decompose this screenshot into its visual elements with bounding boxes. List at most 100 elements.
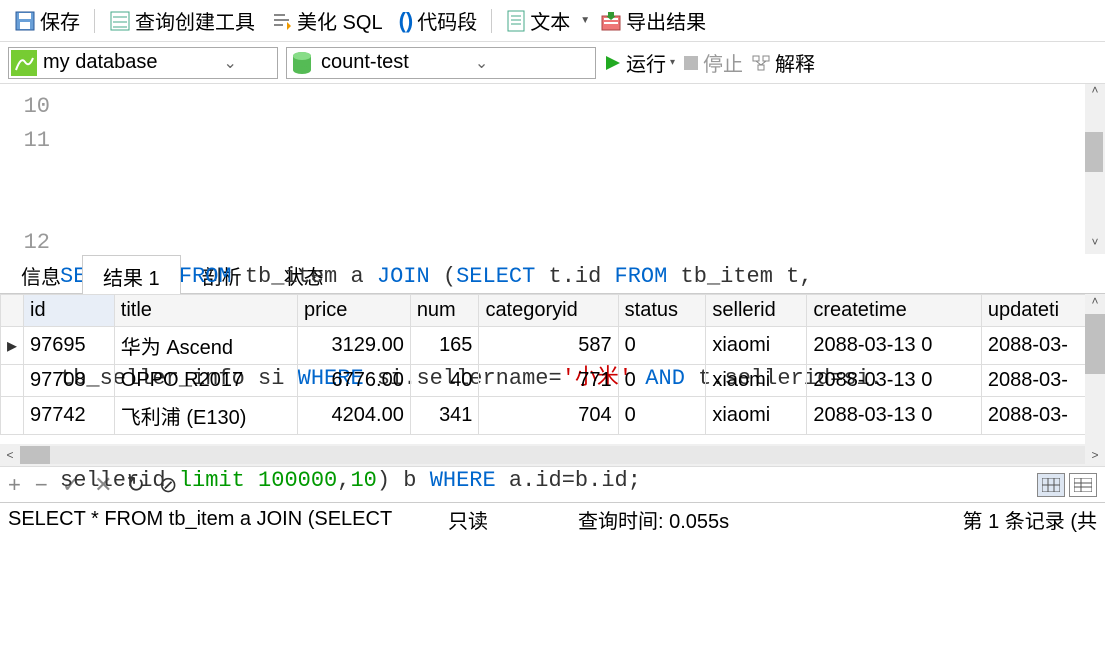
chevron-down-icon: ⌄ xyxy=(218,53,243,73)
result-grid[interactable]: id title price num categoryid status sel… xyxy=(0,294,1105,444)
delete-record-button: − xyxy=(35,472,48,498)
col-createtime[interactable]: createtime xyxy=(807,295,982,327)
text-button[interactable]: 文本 xyxy=(500,4,576,37)
query-builder-label: 查询创建工具 xyxy=(135,6,255,35)
database-dropdown[interactable]: my database ⌄ xyxy=(8,47,278,79)
cell-sellerid[interactable]: xiaomi xyxy=(706,397,807,435)
cell-createtime[interactable]: 2088-03-13 0 xyxy=(807,397,982,435)
run-label: 运行 xyxy=(626,48,666,77)
line-number: 12 xyxy=(0,226,50,260)
separator xyxy=(94,9,95,33)
beautify-icon xyxy=(271,10,293,32)
cell-createtime[interactable]: 2088-03-13 0 xyxy=(807,365,982,397)
grid-scrollbar-h[interactable]: ˂ ˃ xyxy=(0,444,1105,466)
export-label: 导出结果 xyxy=(626,6,706,35)
separator xyxy=(491,9,492,33)
export-icon xyxy=(600,10,622,32)
schema-dropdown[interactable]: count-test ⌄ xyxy=(286,47,596,79)
connection-icon xyxy=(9,48,39,78)
scroll-thumb[interactable] xyxy=(1085,314,1105,374)
run-button[interactable]: 运行 ▾ xyxy=(604,48,675,77)
col-status[interactable]: status xyxy=(618,295,706,327)
line-number: 10 xyxy=(0,90,50,124)
line-number: 11 xyxy=(0,124,50,158)
cell-id[interactable]: 97708 xyxy=(24,365,115,397)
database-icon xyxy=(287,48,317,78)
scroll-up-icon[interactable]: ˄ xyxy=(1085,294,1105,312)
table-row[interactable]: ▸ 97695 华为 Ascend 3129.00 165 587 0 xiao… xyxy=(1,327,1105,365)
scroll-track[interactable] xyxy=(20,446,1085,464)
cell-title[interactable]: 飞利浦 (E130) xyxy=(114,397,297,435)
cell-sellerid[interactable]: xiaomi xyxy=(706,365,807,397)
snippet-label: 代码段 xyxy=(417,6,477,35)
code-area[interactable]: SELECT * FROM tb_item a JOIN (SELECT t.i… xyxy=(60,84,1105,254)
dropdown-arrow-icon[interactable]: ▾ xyxy=(670,57,675,68)
cell-categoryid[interactable]: 704 xyxy=(479,397,618,435)
database-name: my database xyxy=(39,51,218,74)
cell-categoryid[interactable]: 587 xyxy=(479,327,618,365)
cell-num[interactable]: 40 xyxy=(410,365,479,397)
explain-button[interactable]: 解释 xyxy=(751,48,815,77)
scroll-up-icon[interactable]: ˄ xyxy=(1085,84,1105,102)
scroll-left-icon[interactable]: ˂ xyxy=(0,448,20,462)
tab-result[interactable]: 结果 1 xyxy=(82,255,181,294)
editor-scrollbar[interactable]: ˄ ˅ xyxy=(1085,84,1105,254)
cell-price[interactable]: 4204.00 xyxy=(298,397,411,435)
cell-sellerid[interactable]: xiaomi xyxy=(706,327,807,365)
save-icon xyxy=(14,10,36,32)
text-icon xyxy=(506,10,526,32)
cell-num[interactable]: 341 xyxy=(410,397,479,435)
cell-id[interactable]: 97695 xyxy=(24,327,115,365)
table-row[interactable]: 97742 飞利浦 (E130) 4204.00 341 704 0 xiaom… xyxy=(1,397,1105,435)
col-id[interactable]: id xyxy=(24,295,115,327)
main-toolbar: 保存 查询创建工具 美化 SQL () 代码段 文本 ▼ 导出结果 xyxy=(0,0,1105,42)
stop-button: 停止 xyxy=(683,48,743,77)
export-button[interactable]: 导出结果 xyxy=(594,4,712,37)
grid-scrollbar-v[interactable]: ˄ xyxy=(1085,294,1105,444)
line-gutter: 10 11 12 xyxy=(0,84,60,254)
cell-id[interactable]: 97742 xyxy=(24,397,115,435)
cell-status[interactable]: 0 xyxy=(618,327,706,365)
add-record-button: + xyxy=(8,472,21,498)
snippet-button[interactable]: () 代码段 xyxy=(393,4,484,37)
table-row[interactable]: 97708 OPPO R2017 6776.00 40 771 0 xiaomi… xyxy=(1,365,1105,397)
schema-name: count-test xyxy=(317,51,469,74)
row-indicator: ▸ xyxy=(1,327,24,365)
sql-editor[interactable]: 10 11 12 SELECT * FROM tb_item a JOIN (S… xyxy=(0,84,1105,254)
col-num[interactable]: num xyxy=(410,295,479,327)
row-indicator xyxy=(1,397,24,435)
connection-row: my database ⌄ count-test ⌄ 运行 ▾ 停止 解释 xyxy=(0,42,1105,84)
row-indicator-header xyxy=(1,295,24,327)
stop-icon xyxy=(683,55,699,71)
cell-status[interactable]: 0 xyxy=(618,365,706,397)
cell-num[interactable]: 165 xyxy=(410,327,479,365)
dropdown-arrow-icon[interactable]: ▼ xyxy=(580,15,590,26)
scroll-down-icon[interactable]: ˅ xyxy=(1085,236,1105,254)
col-price[interactable]: price xyxy=(298,295,411,327)
col-categoryid[interactable]: categoryid xyxy=(479,295,618,327)
col-sellerid[interactable]: sellerid xyxy=(706,295,807,327)
query-builder-button[interactable]: 查询创建工具 xyxy=(103,4,261,37)
cell-status[interactable]: 0 xyxy=(618,397,706,435)
query-builder-icon xyxy=(109,10,131,32)
play-icon xyxy=(604,54,622,72)
beautify-button[interactable]: 美化 SQL xyxy=(265,4,389,37)
scroll-thumb[interactable] xyxy=(1085,132,1103,172)
col-title[interactable]: title xyxy=(114,295,297,327)
save-label: 保存 xyxy=(40,6,80,35)
chevron-down-icon: ⌄ xyxy=(469,53,494,73)
scroll-thumb[interactable] xyxy=(20,446,50,464)
stop-label: 停止 xyxy=(703,48,743,77)
cell-price[interactable]: 3129.00 xyxy=(298,327,411,365)
cell-categoryid[interactable]: 771 xyxy=(479,365,618,397)
save-button[interactable]: 保存 xyxy=(8,4,86,37)
snippet-icon: () xyxy=(399,8,414,34)
cell-createtime[interactable]: 2088-03-13 0 xyxy=(807,327,982,365)
explain-label: 解释 xyxy=(775,48,815,77)
cell-price[interactable]: 6776.00 xyxy=(298,365,411,397)
explain-icon xyxy=(751,53,771,73)
cell-title[interactable]: OPPO R2017 xyxy=(114,365,297,397)
beautify-label: 美化 SQL xyxy=(297,6,383,35)
cell-title[interactable]: 华为 Ascend xyxy=(114,327,297,365)
text-label: 文本 xyxy=(530,6,570,35)
